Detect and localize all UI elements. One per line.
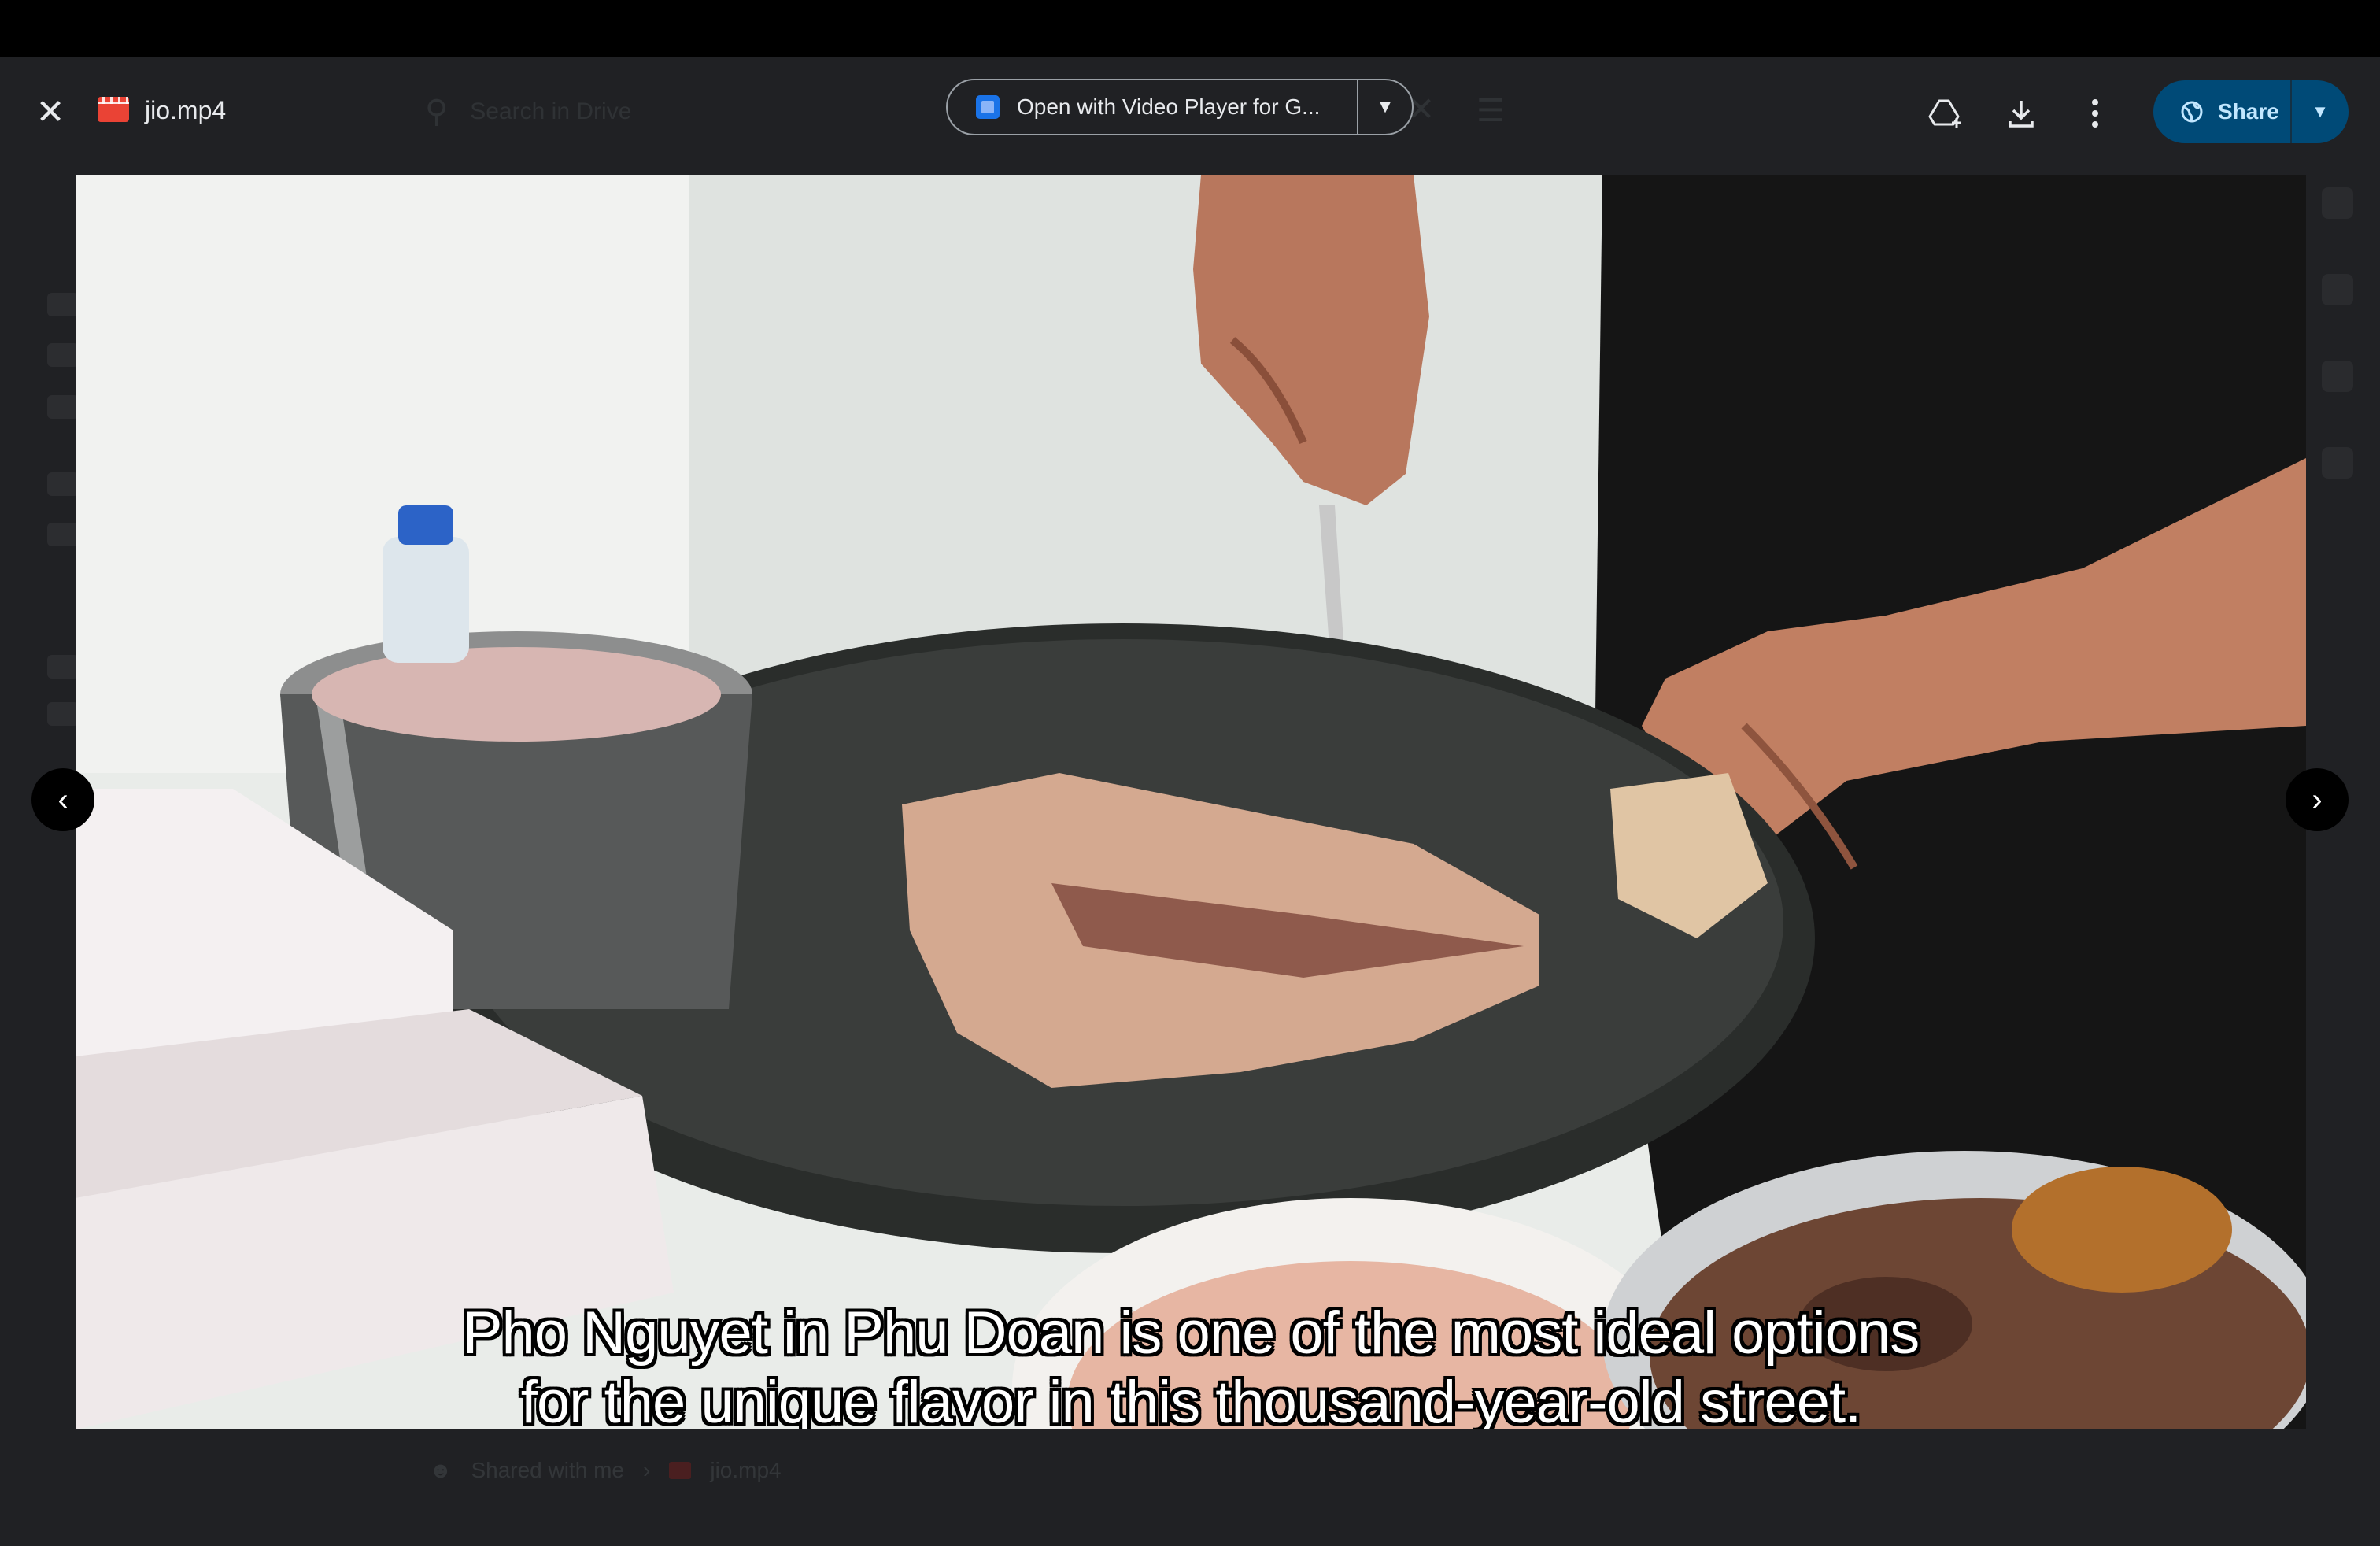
caret-down-icon: ▼: [2312, 102, 2329, 121]
previous-file-button[interactable]: ‹: [31, 768, 94, 831]
close-viewer-button[interactable]: ✕: [28, 90, 72, 134]
open-with-label: Open with Video Player for G...: [1017, 94, 1321, 119]
share-dropdown-button[interactable]: ▼: [2292, 102, 2349, 122]
background-side-panel-icon: [2322, 361, 2353, 392]
add-to-drive-button[interactable]: [1924, 91, 1968, 135]
video-subtitle-line: for the unique flavor in this thousand-y…: [520, 1369, 1861, 1429]
background-sidebar-icon: [47, 343, 79, 367]
background-sidebar-icon: [47, 523, 79, 546]
next-file-button[interactable]: ›: [2286, 768, 2349, 831]
background-sidebar-icon: [47, 472, 79, 496]
share-split-button: Share ▼: [2153, 80, 2349, 143]
background-side-panel-icon: [2322, 187, 2353, 219]
background-filter-icon: ☰: [1476, 94, 1505, 128]
share-button[interactable]: Share: [2153, 80, 2290, 143]
more-actions-button[interactable]: [2073, 91, 2117, 135]
background-side-panel-icon: [2322, 274, 2353, 305]
background-sidebar-icon: [47, 293, 79, 316]
download-icon: [2009, 101, 2034, 128]
add-to-drive-icon: [1928, 99, 1961, 128]
more-vert-icon: [2092, 99, 2098, 128]
background-search-placeholder: Search in Drive: [470, 98, 632, 124]
open-with-button[interactable]: Open with Video Player for G...: [948, 80, 1357, 134]
video-frame-image: [76, 175, 2306, 1429]
share-label: Share: [2218, 99, 2279, 124]
video-player[interactable]: Pho Nguyet in Phu Doan is one of the mos…: [76, 175, 2306, 1429]
background-sidebar-icon: [47, 395, 79, 419]
breadcrumb-item: Shared with me: [471, 1458, 625, 1482]
video-file-icon: [98, 97, 129, 122]
search-icon: ⚲: [425, 94, 449, 129]
background-search-bar: ⚲ Search in Drive: [425, 87, 1023, 137]
open-with-split-button: Open with Video Player for G... ▼: [946, 79, 1414, 135]
breadcrumb-item: jio.mp4: [710, 1458, 782, 1482]
file-title: jio.mp4: [145, 96, 227, 124]
drive-file-viewer: ⚲ Search in Drive ✕ ☰ ☻ Shared with me ›…: [0, 57, 2380, 1546]
background-sidebar-icon: [47, 702, 79, 726]
divider: [2290, 80, 2292, 143]
open-with-dropdown-button[interactable]: ▼: [1358, 96, 1412, 118]
video-file-icon: [669, 1462, 692, 1479]
system-top-bar: [0, 0, 2380, 57]
download-button[interactable]: [1999, 91, 2043, 135]
background-sidebar-icon: [47, 655, 79, 679]
caret-down-icon: ▼: [1376, 96, 1395, 117]
video-player-app-icon: [976, 95, 1000, 119]
close-icon: ✕: [35, 92, 65, 131]
video-subtitle-line: Pho Nguyet in Phu Doan is one of the mos…: [462, 1300, 1920, 1367]
background-breadcrumb: ☻ Shared with me › jio.mp4: [429, 1458, 782, 1483]
breadcrumb-separator-icon: ›: [643, 1458, 651, 1482]
shared-with-me-icon: ☻: [429, 1458, 453, 1482]
globe-icon: [2181, 101, 2203, 123]
chevron-left-icon: ‹: [57, 782, 68, 817]
chevron-right-icon: ›: [2312, 782, 2323, 817]
background-side-panel-icon: [2322, 447, 2353, 479]
